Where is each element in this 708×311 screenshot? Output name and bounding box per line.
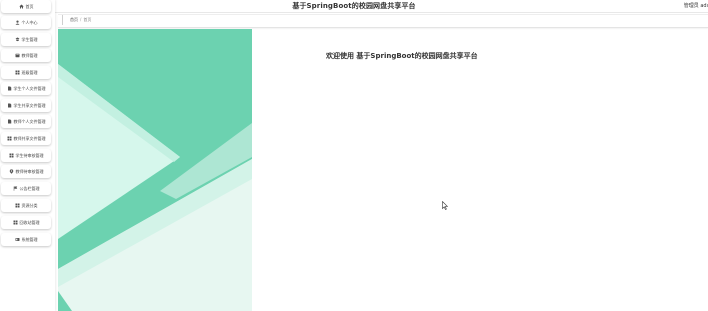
banner-image — [58, 29, 252, 311]
teacher-icon — [15, 53, 20, 58]
sidebar: 首页 个人中心 学生管理 教师管理 班级管理 学生个人文件管理 学生共享文件管理 — [0, 0, 55, 311]
student-icon — [15, 37, 20, 42]
file-icon — [7, 119, 12, 124]
sidebar-item-label: 学生共享文件管理 — [13, 102, 46, 108]
sidebar-item-teacher-pending-review[interactable]: 教师待审核管理 — [1, 165, 51, 178]
sidebar-item-label: 教师共享文件管理 — [13, 135, 46, 141]
sidebar-item-student-personal-files[interactable]: 学生个人文件管理 — [1, 82, 51, 95]
sidebar-item-resource-categories[interactable]: 资源分类 — [1, 199, 51, 212]
sidebar-item-teacher-personal-files[interactable]: 教师个人文件管理 — [1, 115, 51, 128]
sidebar-item-label: 教师待审核管理 — [15, 168, 44, 174]
grid-icon — [13, 220, 18, 225]
flag-icon — [13, 186, 18, 191]
sidebar-item-label: 班级管理 — [21, 69, 38, 75]
sidebar-item-label: 资源分类 — [21, 202, 38, 208]
sidebar-item-label: 首页 — [25, 3, 34, 9]
breadcrumb-bar — [58, 14, 708, 28]
sidebar-item-home[interactable]: 首页 — [1, 0, 51, 13]
breadcrumb-separator: / — [80, 17, 82, 22]
pin-icon — [9, 169, 14, 174]
sidebar-item-label: 系统管理 — [21, 236, 38, 242]
app-title: 基于SpringBoot的校园网盘共享平台 — [292, 2, 416, 10]
breadcrumb: 首页 / 首页 — [70, 17, 91, 23]
sidebar-item-label: 回收站管理 — [19, 219, 40, 225]
sidebar-item-students[interactable]: 学生管理 — [1, 33, 51, 46]
sidebar-item-student-pending-review[interactable]: 学生待审核管理 — [1, 149, 51, 162]
sidebar-item-label: 个人中心 — [21, 19, 38, 25]
app-window: 基于SpringBoot的校园网盘共享平台 管理员 adı 首页 / 首页 首页 个… — [0, 0, 708, 311]
sidebar-item-system-management[interactable]: 系统管理 — [1, 233, 51, 246]
sidebar-item-classes[interactable]: 班级管理 — [1, 66, 51, 79]
breadcrumb-home-link[interactable]: 首页 — [70, 17, 78, 22]
sidebar-item-label: 公告栏管理 — [19, 185, 40, 191]
sidebar-item-label: 教师个人文件管理 — [13, 118, 46, 124]
sidebar-item-recycle-bin[interactable]: 回收站管理 — [1, 216, 51, 229]
sidebar-item-student-shared-files[interactable]: 学生共享文件管理 — [1, 99, 51, 112]
sidebar-item-label: 学生管理 — [21, 36, 38, 42]
grid-icon — [15, 70, 20, 75]
home-icon — [18, 4, 24, 9]
admin-user-label[interactable]: 管理员 adı — [684, 2, 708, 9]
sidebar-item-teacher-shared-files[interactable]: 教师共享文件管理 — [1, 132, 51, 145]
settings-icon — [15, 237, 20, 242]
sidebar-item-label: 学生待审核管理 — [15, 152, 44, 158]
sidebar-item-profile[interactable]: 个人中心 — [1, 16, 51, 29]
grid-icon — [7, 136, 12, 141]
sidebar-item-label: 学生个人文件管理 — [13, 85, 46, 91]
user-icon — [15, 20, 20, 25]
welcome-message: 欢迎使用 基于SpringBoot的校园网盘共享平台 — [326, 52, 478, 60]
file-icon — [7, 103, 12, 108]
grid-icon — [15, 203, 20, 208]
grid-icon — [9, 153, 14, 158]
file-icon — [7, 86, 12, 91]
sidebar-item-label: 教师管理 — [21, 52, 38, 58]
sidebar-item-teachers[interactable]: 教师管理 — [1, 49, 51, 62]
sidebar-item-notice-board[interactable]: 公告栏管理 — [1, 182, 51, 195]
banner-geometric-art — [58, 29, 252, 311]
mouse-cursor-icon — [442, 201, 448, 210]
top-header: 基于SpringBoot的校园网盘共享平台 管理员 adı — [0, 0, 708, 13]
breadcrumb-current: 首页 — [83, 17, 92, 22]
breadcrumb-divider — [62, 15, 63, 25]
